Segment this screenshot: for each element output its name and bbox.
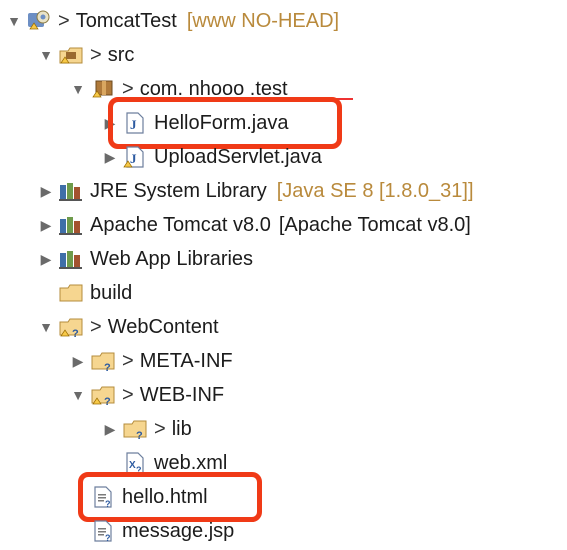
tree-item-project[interactable]: ▼ > TomcatTest [www NO-HEAD] <box>6 4 339 38</box>
folder-icon <box>58 281 84 305</box>
expand-toggle-right-icon[interactable]: ▶ <box>102 149 118 165</box>
tree-item-label: lib <box>171 417 192 440</box>
expand-toggle-down-icon[interactable]: ▼ <box>38 319 54 335</box>
tree-prefix: > <box>90 315 102 338</box>
tree-item-label: WEB-INF <box>139 383 225 406</box>
tree-item-label: UploadServlet.java <box>154 145 322 168</box>
svg-text:X: X <box>129 460 136 471</box>
tree-prefix: > <box>122 349 134 372</box>
tree-prefix: > <box>122 383 134 406</box>
folder-icon: ? <box>90 383 116 407</box>
tree-item-label: TomcatTest <box>75 9 177 32</box>
tree-item-message-jsp[interactable]: ? message.jsp <box>70 514 234 548</box>
tree-item-decoration: [Java SE 8 [1.8.0_31]] <box>276 179 474 202</box>
expand-toggle-right-icon[interactable]: ▶ <box>38 251 54 267</box>
expand-toggle-right-icon[interactable]: ▶ <box>70 353 86 369</box>
svg-text:?: ? <box>105 533 111 543</box>
expand-toggle-down-icon[interactable]: ▼ <box>70 387 86 403</box>
tree-item-label: JRE System Library <box>90 179 267 202</box>
svg-text:?: ? <box>104 396 111 407</box>
expand-toggle-right-icon[interactable]: ▶ <box>102 421 118 437</box>
svg-text:?: ? <box>72 328 79 339</box>
svg-text:?: ? <box>104 362 111 373</box>
tree-item-webcontent[interactable]: ▼ ? > WebContent <box>38 310 219 344</box>
tree-item-decoration: [Apache Tomcat v8.0] <box>278 213 471 236</box>
tree-item-label: Web App Libraries <box>90 247 254 270</box>
tree-item-web-inf[interactable]: ▼ ? > WEB-INF <box>70 378 224 412</box>
tree-item-lib[interactable]: ▶ ? > lib <box>102 412 192 446</box>
tree-item-webapp-libraries[interactable]: ▶ Web App Libraries <box>38 242 253 276</box>
project-icon <box>26 9 52 33</box>
library-icon <box>58 247 84 271</box>
library-icon <box>58 213 84 237</box>
tree-item-label: Apache Tomcat v8.0 <box>90 213 271 236</box>
expand-toggle-down-icon[interactable]: ▼ <box>70 81 86 97</box>
folder-icon: ? <box>58 315 84 339</box>
tree-prefix: > <box>90 43 102 66</box>
tree-item-jre-library[interactable]: ▶ JRE System Library [Java SE 8 [1.8.0_3… <box>38 174 474 208</box>
jsp-file-icon: ? <box>90 519 116 543</box>
expand-toggle-down-icon[interactable]: ▼ <box>38 47 54 63</box>
folder-icon: ? <box>90 349 116 373</box>
expand-toggle-right-icon[interactable]: ▶ <box>38 217 54 233</box>
svg-text:J: J <box>130 151 137 166</box>
folder-icon: ? <box>122 417 148 441</box>
expand-toggle-right-icon[interactable]: ▶ <box>38 183 54 199</box>
tree-item-tomcat-library[interactable]: ▶ Apache Tomcat v8.0 [Apache Tomcat v8.0… <box>38 208 471 242</box>
tree-item-meta-inf[interactable]: ▶ ? > META-INF <box>70 344 233 378</box>
java-file-icon: J <box>122 145 148 169</box>
svg-text:?: ? <box>136 430 143 441</box>
tree-item-build[interactable]: build <box>38 276 132 310</box>
tree-item-label: src <box>107 43 135 66</box>
tree-item-label: message.jsp <box>122 519 235 542</box>
tree-prefix: > <box>154 417 166 440</box>
tree-item-uploadservlet-java[interactable]: ▶ J UploadServlet.java <box>102 140 322 174</box>
expand-toggle-down-icon[interactable]: ▼ <box>6 13 22 29</box>
tree-item-src[interactable]: ▼ > src <box>38 38 134 72</box>
tree-prefix: > <box>58 9 70 32</box>
tree-item-label: build <box>90 281 133 304</box>
tree-item-label: META-INF <box>139 349 233 372</box>
source-folder-icon <box>58 43 84 67</box>
tree-item-decoration: [www NO-HEAD] <box>186 9 340 32</box>
library-icon <box>58 179 84 203</box>
tree-item-label: WebContent <box>107 315 219 338</box>
